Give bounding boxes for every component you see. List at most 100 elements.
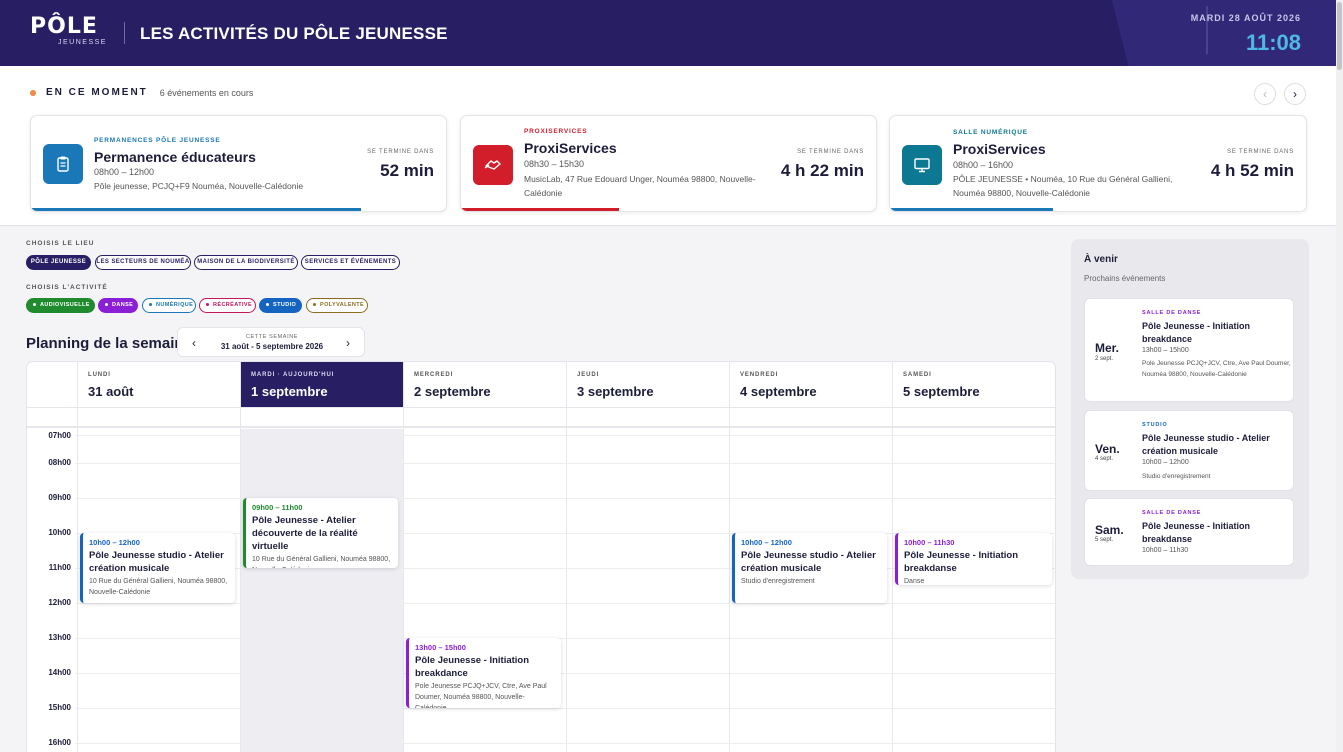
week-next-button[interactable]: › — [338, 333, 358, 353]
upcoming-category: SALLE DE DANSE — [1142, 510, 1202, 516]
day-date: 3 septembre — [577, 384, 654, 399]
logo-subtext: JEUNESSE — [58, 39, 107, 46]
upcoming-day: Sam. — [1095, 523, 1124, 537]
planning-title: Planning de la semaine — [26, 335, 192, 352]
upcoming-name: Pôle Jeunesse - Initiation breakdanse — [1142, 521, 1251, 544]
logo-text: PÔLE — [30, 14, 98, 39]
handshake-icon — [473, 145, 513, 185]
hour-label: 14h00 — [48, 668, 71, 677]
day-header-friday: VENDREDI 4 septembre — [729, 362, 892, 407]
event-time: 10h00 – 12h00 — [89, 538, 140, 547]
calendar-event[interactable]: 10h00 – 11h30 Pôle Jeunesse - Initiation… — [895, 533, 1052, 585]
dot-icon — [313, 303, 316, 307]
page-scrollbar[interactable] — [1336, 0, 1343, 752]
now-header: EN CE MOMENT 6 événements en cours — [30, 87, 253, 98]
day-date: 5 septembre — [903, 384, 980, 399]
upcoming-time: 10h00 – 11h30 — [1142, 547, 1189, 554]
card-ends-label: SE TERMINE DANS — [797, 149, 864, 155]
place-chip-biodiversite[interactable]: MAISON DE LA BIODIVERSITÉ — [194, 255, 298, 270]
hour-label: 15h00 — [48, 703, 71, 712]
activity-chip-audiovisuelle[interactable]: AUDIOVISUELLE — [26, 298, 95, 313]
event-place: Studio d'enregistrement — [741, 578, 815, 585]
dot-icon — [149, 303, 152, 307]
card-title: ProxiServices — [953, 141, 1046, 157]
current-time: 11:08 — [1245, 30, 1301, 55]
place-chip-services[interactable]: SERVICES ET ÉVÉNEMENTS — [301, 255, 400, 270]
card-progress — [890, 208, 1053, 211]
day-header-saturday: SAMEDI 5 septembre — [892, 362, 1055, 407]
grid-line — [240, 407, 241, 752]
event-place: 10 Rue du Général Gallieni, Nouméa 98800… — [89, 578, 228, 596]
hour-line — [75, 498, 1055, 499]
event-place: Pole Jeunesse PCJQ+JCV, Ctre, Ave Paul D… — [415, 683, 547, 708]
chip-label: RÉCRÉATIVE — [213, 302, 253, 308]
card-time: 08h00 – 16h00 — [953, 160, 1014, 170]
hour-label: 09h00 — [48, 493, 71, 502]
now-next-button[interactable]: › — [1284, 83, 1306, 105]
day-name: MARDI · AUJOURD'HUI — [251, 372, 335, 378]
upcoming-name: Pôle Jeunesse - Initiation breakdance — [1142, 321, 1251, 344]
activity-chip-danse[interactable]: DANSE — [98, 298, 138, 313]
hour-line — [75, 435, 1055, 436]
upcoming-item[interactable]: Ven. 4 sept. STUDIO Pôle Jeunesse studio… — [1084, 410, 1294, 491]
hour-label: 13h00 — [48, 633, 71, 642]
calendar-event[interactable]: 10h00 – 12h00 Pôle Jeunesse studio - Ate… — [732, 533, 887, 603]
upcoming-place: Studio d'enregistrement — [1142, 473, 1211, 480]
day-name: MERCREDI — [414, 372, 454, 378]
now-prev-button[interactable]: ‹ — [1254, 83, 1276, 105]
hour-label: 08h00 — [48, 458, 71, 467]
event-time: 10h00 – 12h00 — [741, 538, 792, 547]
card-time: 08h30 – 15h30 — [524, 159, 585, 169]
scrollbar-thumb[interactable] — [1337, 2, 1342, 70]
day-name: JEUDI — [577, 372, 600, 378]
day-name: VENDREDI — [740, 372, 779, 378]
card-category: PROXISERVICES — [524, 128, 588, 135]
place-chip-pole-jeunesse[interactable]: PÔLE JEUNESSE — [26, 255, 91, 270]
now-card-2[interactable]: PROXISERVICES ProxiServices 08h30 – 15h3… — [460, 115, 877, 212]
event-time: 10h00 – 11h30 — [904, 538, 955, 547]
activity-chip-studio[interactable]: STUDIO — [259, 298, 302, 313]
now-label: EN CE MOMENT — [46, 87, 148, 98]
hour-line — [75, 673, 1055, 674]
card-progress — [461, 208, 619, 211]
hour-label: 07h00 — [48, 431, 71, 440]
hour-label: 12h00 — [48, 598, 71, 607]
event-title: Pôle Jeunesse studio - Atelier création … — [741, 550, 876, 574]
hour-label: 16h00 — [48, 738, 71, 747]
dot-icon — [206, 303, 209, 307]
day-name: LUNDI — [88, 372, 111, 378]
upcoming-date: 2 sept. — [1095, 356, 1114, 362]
upcoming-item[interactable]: Sam. 5 sept. SALLE DE DANSE Pôle Jeuness… — [1084, 498, 1294, 566]
now-card-1[interactable]: PERMANENCES PÔLE JEUNESSE Permanence édu… — [30, 115, 447, 212]
card-title: ProxiServices — [524, 140, 617, 156]
upcoming-title: À venir — [1084, 254, 1118, 265]
card-time: 08h00 – 12h00 — [94, 167, 155, 177]
dot-icon — [105, 303, 108, 307]
upcoming-time: 10h00 – 12h00 — [1142, 459, 1189, 466]
calendar-event[interactable]: 10h00 – 12h00 Pôle Jeunesse studio - Ate… — [80, 533, 235, 603]
card-ends-label: SE TERMINE DANS — [367, 149, 434, 155]
event-title: Pôle Jeunesse - Initiation breakdanse — [904, 550, 1019, 574]
calendar-event[interactable]: 09h00 – 11h00 Pôle Jeunesse - Atelier dé… — [243, 498, 398, 568]
calendar-event[interactable]: 13h00 – 15h00 Pôle Jeunesse - Initiation… — [406, 638, 561, 708]
card-place: PÔLE JEUNESSE • Nouméa, 10 Rue du Généra… — [953, 174, 1173, 198]
card-place: MusicLab, 47 Rue Edouard Unger, Nouméa 9… — [524, 174, 756, 198]
activity-chip-polyvalente[interactable]: POLYVALENTE — [306, 298, 368, 313]
day-header-monday: LUNDI 31 août — [77, 362, 240, 407]
upcoming-day: Mer. — [1095, 341, 1120, 355]
logo[interactable]: PÔLE JEUNESSE — [30, 14, 110, 50]
place-chip-secteurs[interactable]: LES SECTEURS DE NOUMÉA — [95, 255, 191, 270]
chip-label: DANSE — [112, 302, 134, 308]
hour-line — [75, 638, 1055, 639]
card-duration: 4 h 22 min — [780, 161, 864, 180]
activity-chip-recreative[interactable]: RÉCRÉATIVE — [199, 298, 256, 313]
day-header-thursday: JEUDI 3 septembre — [566, 362, 729, 407]
grid-line — [892, 407, 893, 752]
now-card-3[interactable]: SALLE NUMÉRIQUE ProxiServices 08h00 – 16… — [889, 115, 1307, 212]
card-title: Permanence éducateurs — [94, 149, 256, 165]
card-category: PERMANENCES PÔLE JEUNESSE — [94, 137, 221, 144]
activity-chip-numerique[interactable]: NUMÉRIQUE — [142, 298, 196, 313]
upcoming-category: SALLE DE DANSE — [1142, 310, 1202, 316]
upcoming-item[interactable]: Mer. 2 sept. SALLE DE DANSE Pôle Jeuness… — [1084, 298, 1294, 402]
day-header-wednesday: MERCREDI 2 septembre — [403, 362, 566, 407]
